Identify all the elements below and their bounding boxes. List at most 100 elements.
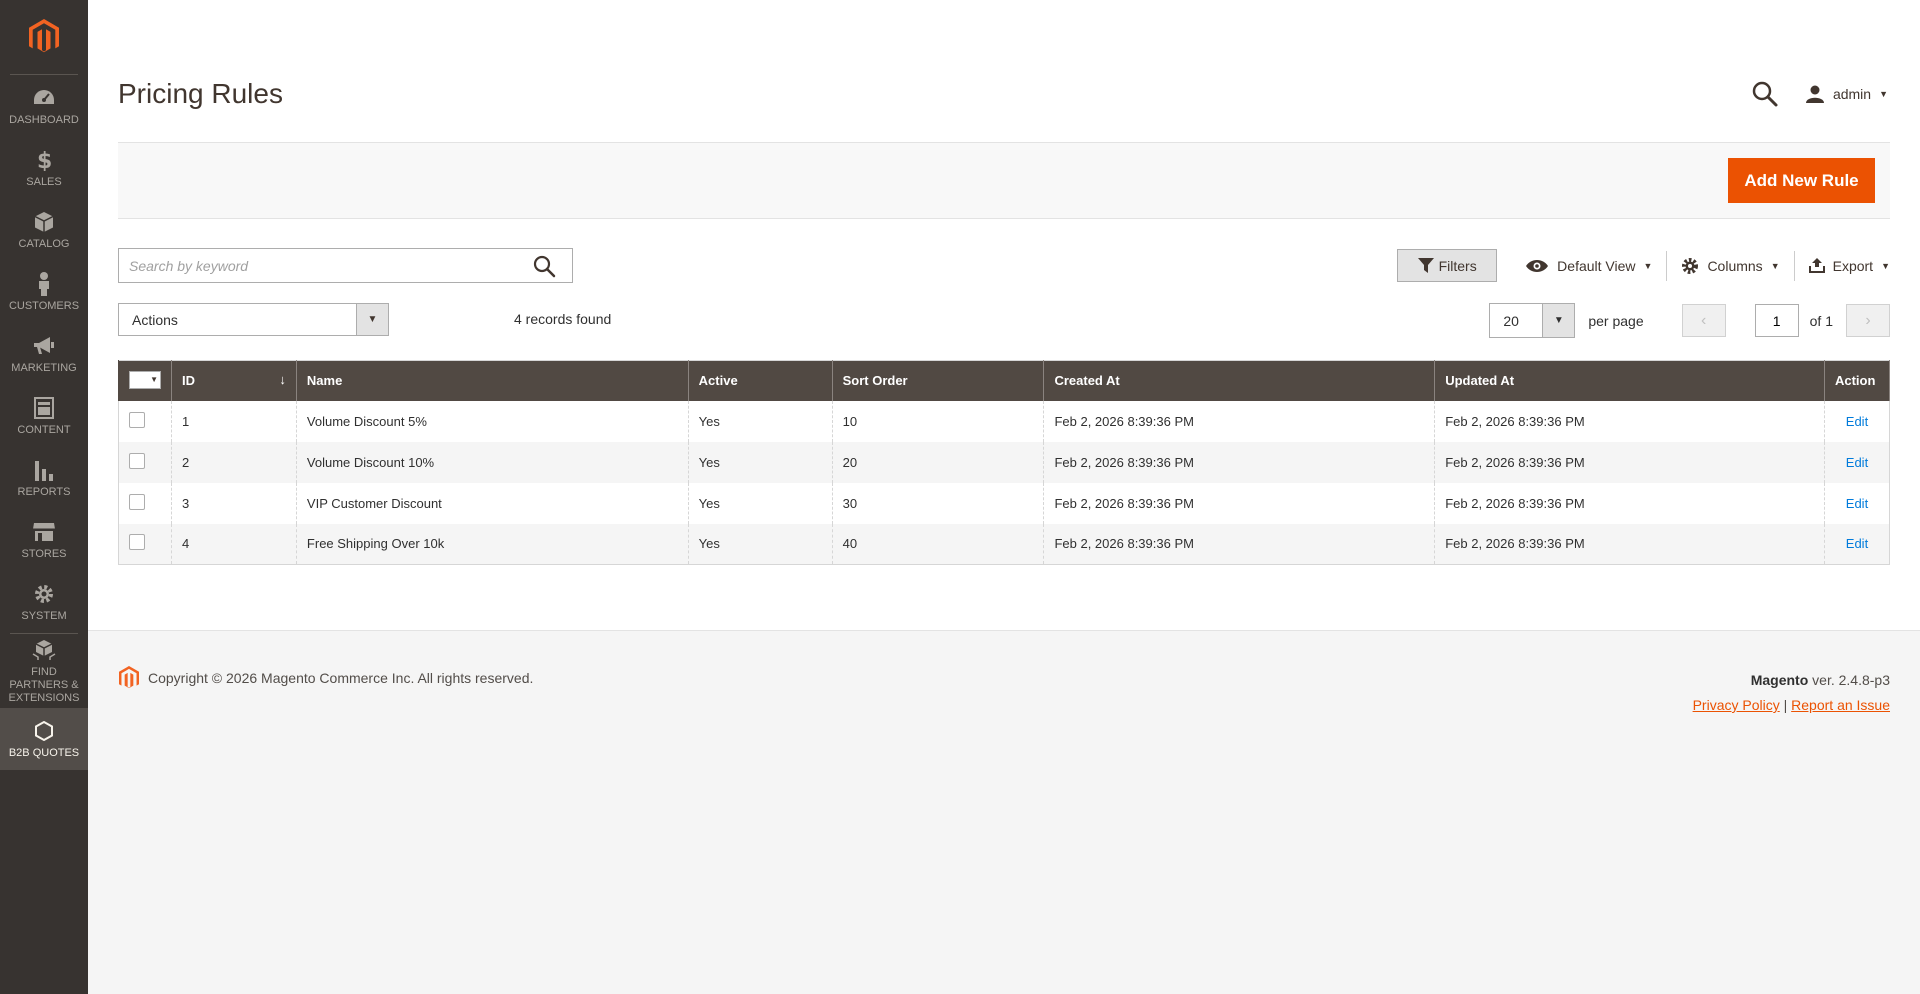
filters-label: Filters [1438,257,1477,274]
per-page-value: 20 [1503,313,1519,329]
page-footer: Copyright © 2026 Magento Commerce Inc. A… [88,630,1920,994]
footer-version: Magento ver. 2.4.8-p3 Privacy Policy | R… [1693,668,1890,718]
grid-toolbar: Filters Default View ▼ Columns ▼ Export … [1397,248,1890,283]
cell-created-at: Feb 2, 2026 8:39:36 PM [1043,400,1436,442]
per-page-select[interactable]: 20 ▼ [1489,303,1576,338]
store-icon [32,520,56,544]
magento-logo-icon [119,666,139,689]
row-select-cell [118,400,172,442]
view-switcher[interactable]: Default View ▼ [1511,249,1666,282]
chevron-down-icon: ▼ [1881,260,1890,271]
chevron-left-icon: ‹ [1700,311,1707,329]
person-icon [37,271,51,296]
view-label: Default View [1557,257,1636,274]
nav-customers[interactable]: Customers [0,261,88,323]
gear-icon [33,582,55,606]
nav-sales-label: Sales [26,175,62,188]
row-checkbox[interactable] [129,452,145,469]
columns-label: Columns [1707,257,1763,274]
cell-id: 4 [171,523,297,565]
records-count: 4 records found [514,311,612,327]
pricing-rules-grid: ▼ ID ↓ Name Active Sort Order Created At … [118,360,1891,565]
nav-dashboard[interactable]: Dashboard [0,75,88,137]
footer-separator: | [1783,697,1788,713]
row-checkbox[interactable] [129,534,145,551]
next-page-button[interactable]: › [1846,304,1890,337]
privacy-policy-link[interactable]: Privacy Policy [1693,697,1780,713]
export-control[interactable]: Export ▼ [1795,249,1890,282]
search-input[interactable] [119,249,519,282]
row-select-cell [118,523,172,565]
cell-sort-order: 10 [831,400,1045,442]
column-header-created-at[interactable]: Created At [1043,360,1436,401]
column-header-action: Action [1823,360,1891,401]
nav-stores[interactable]: Stores [0,509,88,571]
footer-copyright: Copyright © 2026 Magento Commerce Inc. A… [118,666,533,690]
cell-updated-at: Feb 2, 2026 8:39:36 PM [1434,482,1825,524]
chevron-down-icon: ▼ [150,375,158,385]
add-new-rule-button[interactable]: Add New Rule [1728,158,1875,203]
cell-action: Edit [1823,482,1891,524]
hexagon-icon [35,719,53,743]
nav-system[interactable]: System [0,571,88,633]
nav-b2b-quotes[interactable]: B2B Quotes [0,708,88,770]
cell-action: Edit [1823,441,1891,483]
cell-name: Free Shipping Over 10k [295,523,689,565]
mass-select-checkbox[interactable]: ▼ [129,371,161,390]
search-icon[interactable] [532,254,556,278]
keyword-search [118,248,573,283]
table-row: 3 VIP Customer Discount Yes 30 Feb 2, 20… [118,482,1891,524]
cell-created-at: Feb 2, 2026 8:39:36 PM [1043,482,1436,524]
cell-name: VIP Customer Discount [295,482,689,524]
row-checkbox[interactable] [129,411,145,428]
table-row: 1 Volume Discount 5% Yes 10 Feb 2, 2026 … [118,400,1891,442]
report-issue-link[interactable]: Report an Issue [1791,697,1890,713]
previous-page-button[interactable]: ‹ [1681,304,1726,337]
cell-updated-at: Feb 2, 2026 8:39:36 PM [1434,400,1825,442]
cell-sort-order: 40 [831,523,1045,565]
nav-marketing[interactable]: Marketing [0,323,88,385]
nav-sales[interactable]: $ Sales [0,137,88,199]
edit-link[interactable]: Edit [1846,496,1868,511]
grid-header-row: ▼ ID ↓ Name Active Sort Order Created At … [118,360,1891,401]
filters-button[interactable]: Filters [1397,249,1498,282]
column-header-active[interactable]: Active [687,360,833,401]
magento-logo[interactable] [10,0,78,75]
current-page-input[interactable] [1754,304,1799,337]
nav-find-partners[interactable]: Find Partners & Extensions [0,634,88,708]
cell-created-at: Feb 2, 2026 8:39:36 PM [1043,523,1436,565]
nav-reports[interactable]: Reports [0,447,88,509]
chevron-down-icon: ▼ [1643,260,1653,271]
row-checkbox[interactable] [129,493,145,510]
dashboard-icon [32,86,56,110]
edit-link[interactable]: Edit [1846,414,1868,429]
edit-link[interactable]: Edit [1846,536,1868,551]
export-icon [1808,258,1825,273]
nav-customers-label: Customers [8,299,80,312]
cell-active: Yes [687,523,833,565]
chevron-down-icon: ▼ [1542,304,1575,337]
table-row: 4 Free Shipping Over 10k Yes 40 Feb 2, 2… [118,523,1891,565]
cell-name: Volume Discount 10% [295,441,689,483]
nav-content[interactable]: Content [0,385,88,447]
column-header-name[interactable]: Name [295,360,689,401]
row-select-cell [118,482,172,524]
edit-link[interactable]: Edit [1846,455,1868,470]
cell-active: Yes [687,441,833,483]
filter-icon [1417,258,1434,273]
mass-actions-select[interactable]: Actions ▼ [118,303,389,336]
nav-dashboard-label: Dashboard [9,113,79,126]
layout-icon [34,396,54,420]
page-actions-bar: Add New Rule [118,142,1890,219]
cell-active: Yes [687,400,833,442]
column-header-updated-at[interactable]: Updated At [1434,360,1825,401]
chevron-down-icon: ▼ [1770,260,1780,271]
nav-catalog[interactable]: Catalog [0,199,88,261]
column-header-id[interactable]: ID ↓ [171,360,297,401]
cell-sort-order: 30 [831,482,1045,524]
columns-control[interactable]: Columns ▼ [1667,249,1793,282]
pagination: 20 ▼ per page ‹ of 1 › [1489,303,1890,338]
total-pages: of 1 [1809,312,1833,329]
column-header-sort-order[interactable]: Sort Order [831,360,1045,401]
cell-action: Edit [1823,523,1891,565]
